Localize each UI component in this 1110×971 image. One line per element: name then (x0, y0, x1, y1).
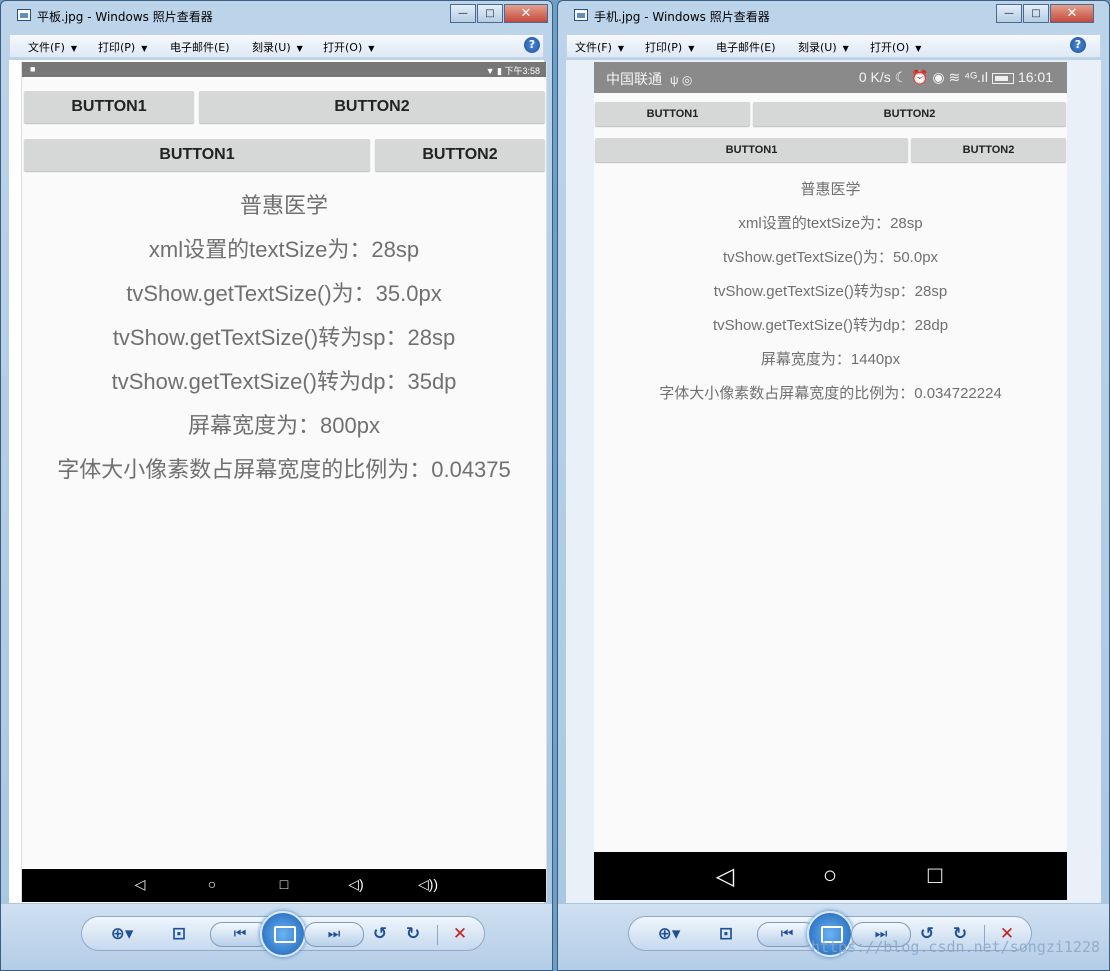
notification-icon: ■ (30, 64, 36, 74)
menu-print[interactable]: 打印(P) ▼ (98, 39, 147, 55)
chevron-down-icon: ▼ (368, 44, 375, 53)
image-area: ■ ▼ ▮ 下午3:58 BUTTON1 BUTTON2 BUTTON1 BUT… (9, 60, 547, 903)
menu-file[interactable]: 文件(F) ▼ (28, 39, 77, 55)
menu-open[interactable]: 打开(O) ▼ (323, 39, 374, 55)
chevron-down-icon: ▼ (70, 44, 78, 53)
row2-button2[interactable]: BUTTON2 (375, 139, 545, 171)
volume-down-icon[interactable]: ◁) (346, 876, 366, 893)
carrier-text: 中国联通 (606, 71, 662, 87)
rotate-cw-icon[interactable]: ↻ (401, 924, 425, 944)
textsize-sp-text: tvShow.getTextSize()转为sp：28sp (713, 283, 948, 300)
close-button[interactable]: ✕ (1050, 4, 1094, 23)
app-title-text: 普惠医学 (239, 193, 328, 218)
menu-email[interactable]: 电子邮件(E) (716, 39, 776, 55)
menu-print[interactable]: 打印(P) ▼ (645, 39, 694, 55)
menu-burn[interactable]: 刻录(U) ▼ (252, 39, 303, 55)
screen-width-text: 屏幕宽度为：800px (188, 413, 380, 438)
title-bar: 平板.jpg - Windows 照片查看器 — □ ✕ (1, 1, 552, 31)
photo-viewer-icon (574, 9, 588, 21)
toolbar-pill: ⊕▾ ⊡ ⏮ ⏭ ↺ ↻ ✕ (81, 911, 485, 957)
chevron-down-icon: ▼ (296, 44, 303, 53)
close-button[interactable]: ✕ (504, 4, 548, 23)
row1-button2[interactable]: BUTTON2 (199, 91, 545, 123)
maximize-button[interactable]: □ (477, 4, 503, 23)
chevron-down-icon: ▼ (842, 44, 849, 53)
row1-button1[interactable]: BUTTON1 (595, 102, 750, 126)
row2-button1[interactable]: BUTTON1 (595, 138, 908, 162)
android-nav-bar: ◁ ○ □ ◁) ◁)) (22, 869, 546, 902)
home-icon[interactable]: ○ (202, 876, 222, 892)
xml-textsize-text: xml设置的textSize为：28sp (738, 215, 923, 232)
image-area: 中国联通 ψ ◎ 0 K/s ☾ ⏰ ◉ ≋ ⁴ᴳ.ıl 16:01 BUTTON1… (566, 60, 1101, 903)
phone-screenshot: 中国联通 ψ ◎ 0 K/s ☾ ⏰ ◉ ≋ ⁴ᴳ.ıl 16:01 BUTTON1… (594, 62, 1067, 900)
status-right: 0 K/s ☾ ⏰ ◉ ≋ ⁴ᴳ.ıl 16:01 (859, 69, 1053, 86)
recents-icon[interactable]: □ (920, 862, 950, 890)
font-ratio-text: 字体大小像素数占屏幕宽度的比例为：0.034722224 (659, 385, 1002, 402)
textsize-px-text: tvShow.getTextSize()为：50.0px (722, 249, 939, 266)
window-title: 平板.jpg - Windows 照片查看器 (37, 10, 213, 24)
rotate-ccw-icon[interactable]: ↺ (368, 924, 392, 944)
chevron-down-icon: ▼ (617, 44, 625, 53)
recents-icon[interactable]: □ (274, 876, 294, 892)
menu-email[interactable]: 电子邮件(E) (170, 39, 230, 55)
menu-bar: 文件(F) ▼ 打印(P) ▼ 电子邮件(E) 刻录(U) ▼ 打开(O) ▼ ? (566, 34, 1101, 58)
chevron-down-icon: ▼ (688, 44, 695, 53)
font-ratio-text: 字体大小像素数占屏幕宽度的比例为：0.04375 (57, 457, 511, 482)
usb-icon: ψ ◎ (670, 73, 693, 87)
fit-window-icon[interactable]: ⊡ (714, 924, 738, 944)
maximize-button[interactable]: □ (1023, 4, 1049, 23)
volume-up-icon[interactable]: ◁)) (418, 876, 438, 893)
watermark-text: https://blog.csdn.net/songzi1228 (811, 938, 1100, 956)
tablet-viewer-window: 平板.jpg - Windows 照片查看器 — □ ✕ 文件(F) ▼ 打印(P… (0, 0, 553, 971)
row1-button1[interactable]: BUTTON1 (24, 91, 194, 123)
minimize-button[interactable]: — (996, 4, 1022, 23)
status-left: 中国联通 ψ ◎ (606, 69, 692, 89)
chevron-down-icon: ▼ (915, 44, 922, 53)
row2-button1[interactable]: BUTTON1 (24, 139, 370, 171)
window-title: 手机.jpg - Windows 照片查看器 (594, 10, 770, 24)
textsize-dp-text: tvShow.getTextSize()转为dp：35dp (111, 369, 457, 394)
back-icon[interactable]: ◁ (710, 862, 740, 891)
menu-open[interactable]: 打开(O) ▼ (870, 39, 921, 55)
screen-width-text: 屏幕宽度为：1440px (760, 351, 901, 368)
menu-burn[interactable]: 刻录(U) ▼ (798, 39, 849, 55)
app-title-text: 普惠医学 (800, 181, 861, 198)
next-button[interactable]: ⏭ (304, 922, 364, 947)
battery-icon (991, 72, 1014, 84)
photo-viewer-icon (17, 9, 31, 21)
phone-viewer-window: 手机.jpg - Windows 照片查看器 — □ ✕ 文件(F) ▼ 打印(P… (557, 0, 1110, 971)
viewer-toolbar: ⊕▾ ⊡ ⏮ ⏭ ↺ ↻ ✕ (1, 904, 552, 970)
xml-textsize-text: xml设置的textSize为：28sp (148, 237, 420, 262)
android-nav-bar: ◁ ○ □ (594, 852, 1067, 900)
home-icon[interactable]: ○ (815, 862, 845, 890)
delete-icon[interactable]: ✕ (448, 924, 472, 944)
row1-button2[interactable]: BUTTON2 (753, 102, 1066, 126)
minimize-button[interactable]: — (450, 4, 476, 23)
textsize-px-text: tvShow.getTextSize()为：35.0px (126, 281, 442, 306)
textsize-dp-text: tvShow.getTextSize()转为dp：28dp (712, 317, 949, 334)
row2-button2[interactable]: BUTTON2 (911, 138, 1066, 162)
toolbar-divider (437, 925, 438, 945)
help-icon[interactable]: ? (1070, 37, 1086, 53)
network-speed-text: 0 K/s ☾ ⏰ ◉ ≋ ⁴ᴳ.ıl (858, 69, 988, 85)
status-bar: ■ ▼ ▮ 下午3:58 (22, 62, 546, 77)
status-time: 16:01 (1017, 69, 1053, 85)
menu-file[interactable]: 文件(F) ▼ (575, 39, 624, 55)
tablet-screenshot: ■ ▼ ▮ 下午3:58 BUTTON1 BUTTON2 BUTTON1 BUT… (21, 62, 547, 902)
textsize-sp-text: tvShow.getTextSize()转为sp：28sp (112, 325, 456, 350)
menu-bar: 文件(F) ▼ 打印(P) ▼ 电子邮件(E) 刻录(U) ▼ 打开(O) ▼ ? (9, 34, 544, 58)
status-time: ▼ ▮ 下午3:58 (485, 66, 540, 76)
fit-window-icon[interactable]: ⊡ (167, 924, 191, 944)
slideshow-button[interactable] (260, 911, 306, 957)
title-bar: 手机.jpg - Windows 照片查看器 — □ ✕ (558, 1, 1109, 31)
help-icon[interactable]: ? (524, 37, 540, 53)
zoom-icon[interactable]: ⊕▾ (110, 924, 134, 944)
status-bar: 中国联通 ψ ◎ 0 K/s ☾ ⏰ ◉ ≋ ⁴ᴳ.ıl 16:01 (594, 62, 1067, 93)
back-icon[interactable]: ◁ (130, 876, 150, 893)
zoom-icon[interactable]: ⊕▾ (657, 924, 681, 944)
chevron-down-icon: ▼ (141, 44, 148, 53)
